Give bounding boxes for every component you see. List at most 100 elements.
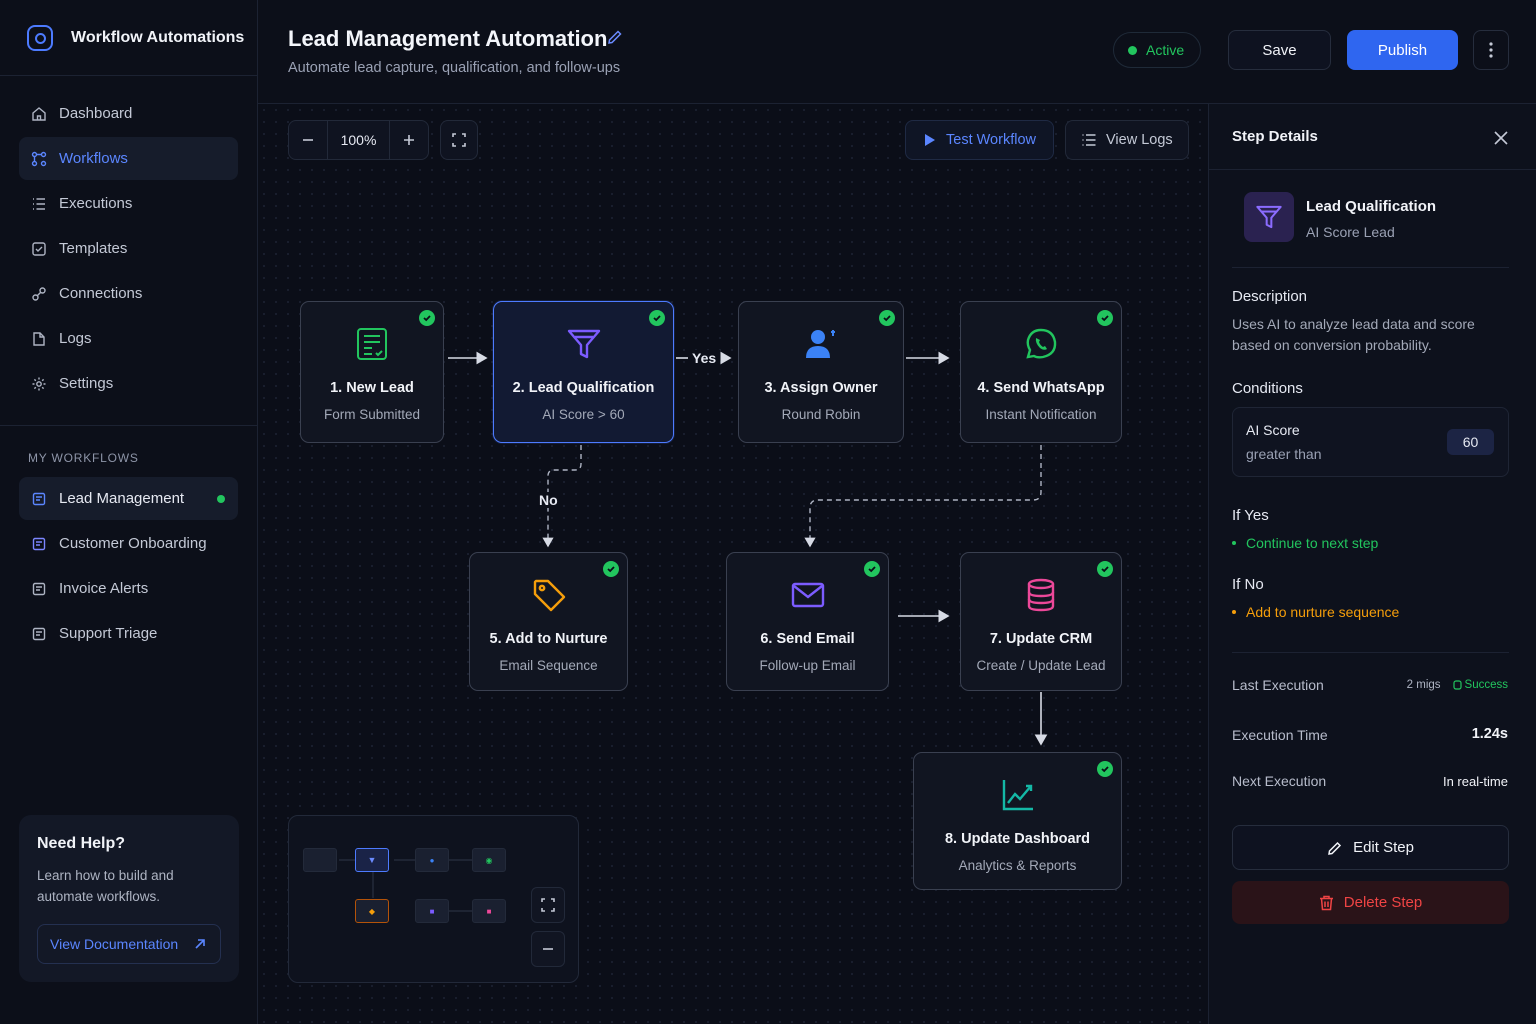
- success-icon: [1452, 680, 1462, 690]
- save-button[interactable]: Save: [1228, 30, 1331, 70]
- close-icon[interactable]: [1494, 131, 1508, 145]
- workflow-canvas[interactable]: 100% Test Workflow View Logs Yes No 1. N…: [258, 104, 1208, 1024]
- edge-label-no: No: [535, 492, 562, 508]
- status-label: Active: [1146, 42, 1185, 58]
- view-documentation-link[interactable]: View Documentation: [37, 924, 221, 964]
- nav-label: Templates: [59, 240, 128, 257]
- pencil-icon[interactable]: [606, 28, 624, 46]
- form-icon: [352, 324, 392, 364]
- fit-view-button[interactable]: [440, 120, 478, 160]
- condition-field: AI Score: [1246, 422, 1300, 438]
- workflow-node-send-email[interactable]: 6. Send Email Follow-up Email: [726, 552, 889, 691]
- view-logs-button[interactable]: View Logs: [1065, 120, 1189, 160]
- check-icon: [419, 310, 435, 326]
- edge-label-yes: Yes: [688, 350, 721, 366]
- delete-step-label: Delete Step: [1343, 894, 1423, 911]
- panel-header: Step Details: [1209, 104, 1536, 170]
- workflow-node-lead-qualification[interactable]: 2. Lead Qualification AI Score > 60: [493, 301, 674, 443]
- test-workflow-button[interactable]: Test Workflow: [905, 120, 1054, 160]
- node-subtitle: Follow-up Email: [759, 658, 856, 673]
- minimap-node-5: ◆: [355, 899, 389, 923]
- node-subtitle: Form Submitted: [323, 407, 421, 422]
- if-yes-action[interactable]: Continue to next step: [1232, 535, 1378, 551]
- minimap-node-1: [303, 848, 337, 872]
- workflow-node-update-crm[interactable]: 7. Update CRM Create / Update Lead: [960, 552, 1122, 691]
- condition-value[interactable]: 60: [1447, 429, 1494, 455]
- minimap[interactable]: ▼ ● ◉ ◆ ■ ■: [288, 815, 579, 983]
- nav-item-logs[interactable]: Logs: [19, 317, 238, 360]
- main-nav: Dashboard Workflows Executions Templates…: [0, 76, 257, 405]
- check-icon: [1097, 761, 1113, 777]
- minimap-node-7: ■: [472, 899, 506, 923]
- check-icon: [864, 561, 880, 577]
- workflow-label: Support Triage: [59, 625, 158, 642]
- minimap-fit-button[interactable]: [531, 887, 565, 923]
- file-icon: [31, 331, 47, 347]
- filter-icon: [1244, 192, 1294, 242]
- workflow-icon: [31, 151, 47, 167]
- page-header: Lead Management Automation Automate lead…: [258, 0, 1536, 104]
- help-link-label: View Documentation: [50, 936, 179, 952]
- more-options-button[interactable]: [1473, 30, 1509, 70]
- mail-icon: ■: [429, 906, 435, 916]
- minimap-node-3: ●: [415, 848, 449, 872]
- database-icon: [1021, 575, 1061, 615]
- workflow-node-assign-owner[interactable]: 3. Assign Owner Round Robin: [738, 301, 904, 443]
- nav-item-templates[interactable]: Templates: [19, 227, 238, 270]
- minus-icon: [303, 139, 313, 141]
- nav-item-workflows[interactable]: Workflows: [19, 137, 238, 180]
- active-dot: [217, 495, 225, 503]
- workflow-node-add-to-nurture[interactable]: 5. Add to Nurture Email Sequence: [469, 552, 628, 691]
- zoom-in-button[interactable]: [390, 121, 428, 159]
- node-subtitle: Round Robin: [781, 407, 861, 422]
- plug-icon: [31, 286, 47, 302]
- workflow-item-support-triage[interactable]: Support Triage: [19, 612, 238, 655]
- nav-item-executions[interactable]: Executions: [19, 182, 238, 225]
- execution-time-label: Execution Time: [1232, 727, 1328, 743]
- node-subtitle: Email Sequence: [499, 658, 598, 673]
- workflow-label: Invoice Alerts: [59, 580, 149, 597]
- page-subtitle: Automate lead capture, qualification, an…: [288, 60, 621, 76]
- publish-button[interactable]: Publish: [1347, 30, 1458, 70]
- node-subtitle: Instant Notification: [985, 407, 1097, 422]
- nav-item-dashboard[interactable]: Dashboard: [19, 92, 238, 135]
- workflow-node-new-lead[interactable]: 1. New Lead Form Submitted: [300, 301, 444, 443]
- conditions-label: Conditions: [1232, 380, 1303, 397]
- list-icon: [31, 196, 47, 212]
- status-badge[interactable]: Active: [1113, 32, 1201, 68]
- next-execution-label: Next Execution: [1232, 773, 1327, 789]
- description-text: Uses AI to analyze lead data and score b…: [1232, 316, 1475, 353]
- workflow-node-update-dashboard[interactable]: 8. Update Dashboard Analytics & Reports: [913, 752, 1122, 890]
- execution-time-value: 1.24s: [1471, 726, 1508, 742]
- bullet-icon: [1232, 541, 1236, 545]
- workflow-node-send-whatsapp[interactable]: 4. Send WhatsApp Instant Notification: [960, 301, 1122, 443]
- edit-step-button[interactable]: Edit Step: [1232, 825, 1509, 870]
- view-logs-label: View Logs: [1106, 132, 1173, 148]
- minimap-collapse-button[interactable]: [531, 931, 565, 967]
- workflow-item-customer-onboarding[interactable]: Customer Onboarding: [19, 522, 238, 565]
- app-logo-icon: [27, 24, 53, 51]
- app-title: Workflow Automations: [71, 28, 245, 46]
- zoom-out-button[interactable]: [289, 121, 327, 159]
- workflow-item-invoice-alerts[interactable]: Invoice Alerts: [19, 567, 238, 610]
- step-title: Lead Qualification: [1306, 198, 1437, 215]
- condition-row[interactable]: AI Score greater than 60: [1232, 407, 1509, 477]
- whatsapp-icon: ◉: [485, 855, 493, 865]
- step-details-panel: Step Details Lead Qualification AI Score…: [1208, 104, 1536, 1024]
- delete-step-button[interactable]: Delete Step: [1232, 881, 1509, 924]
- user-icon: ●: [429, 855, 435, 865]
- workflow-label: Lead Management: [59, 490, 185, 507]
- minimap-node-4: ◉: [472, 848, 506, 872]
- minimap-node-6: ■: [415, 899, 449, 923]
- check-icon: [1097, 561, 1113, 577]
- nav-item-connections[interactable]: Connections: [19, 272, 238, 315]
- check-icon: [879, 310, 895, 326]
- database-icon: ■: [486, 906, 492, 916]
- workflow-item-lead-management[interactable]: Lead Management: [19, 477, 238, 520]
- if-no-action[interactable]: Add to nurture sequence: [1232, 604, 1399, 620]
- next-execution-value: In real-time: [1442, 774, 1508, 789]
- nav-item-settings[interactable]: Settings: [19, 362, 238, 405]
- page-title: Lead Management Automation: [288, 26, 608, 51]
- zoom-controls: 100%: [288, 120, 429, 160]
- filter-icon: ▼: [367, 855, 377, 865]
